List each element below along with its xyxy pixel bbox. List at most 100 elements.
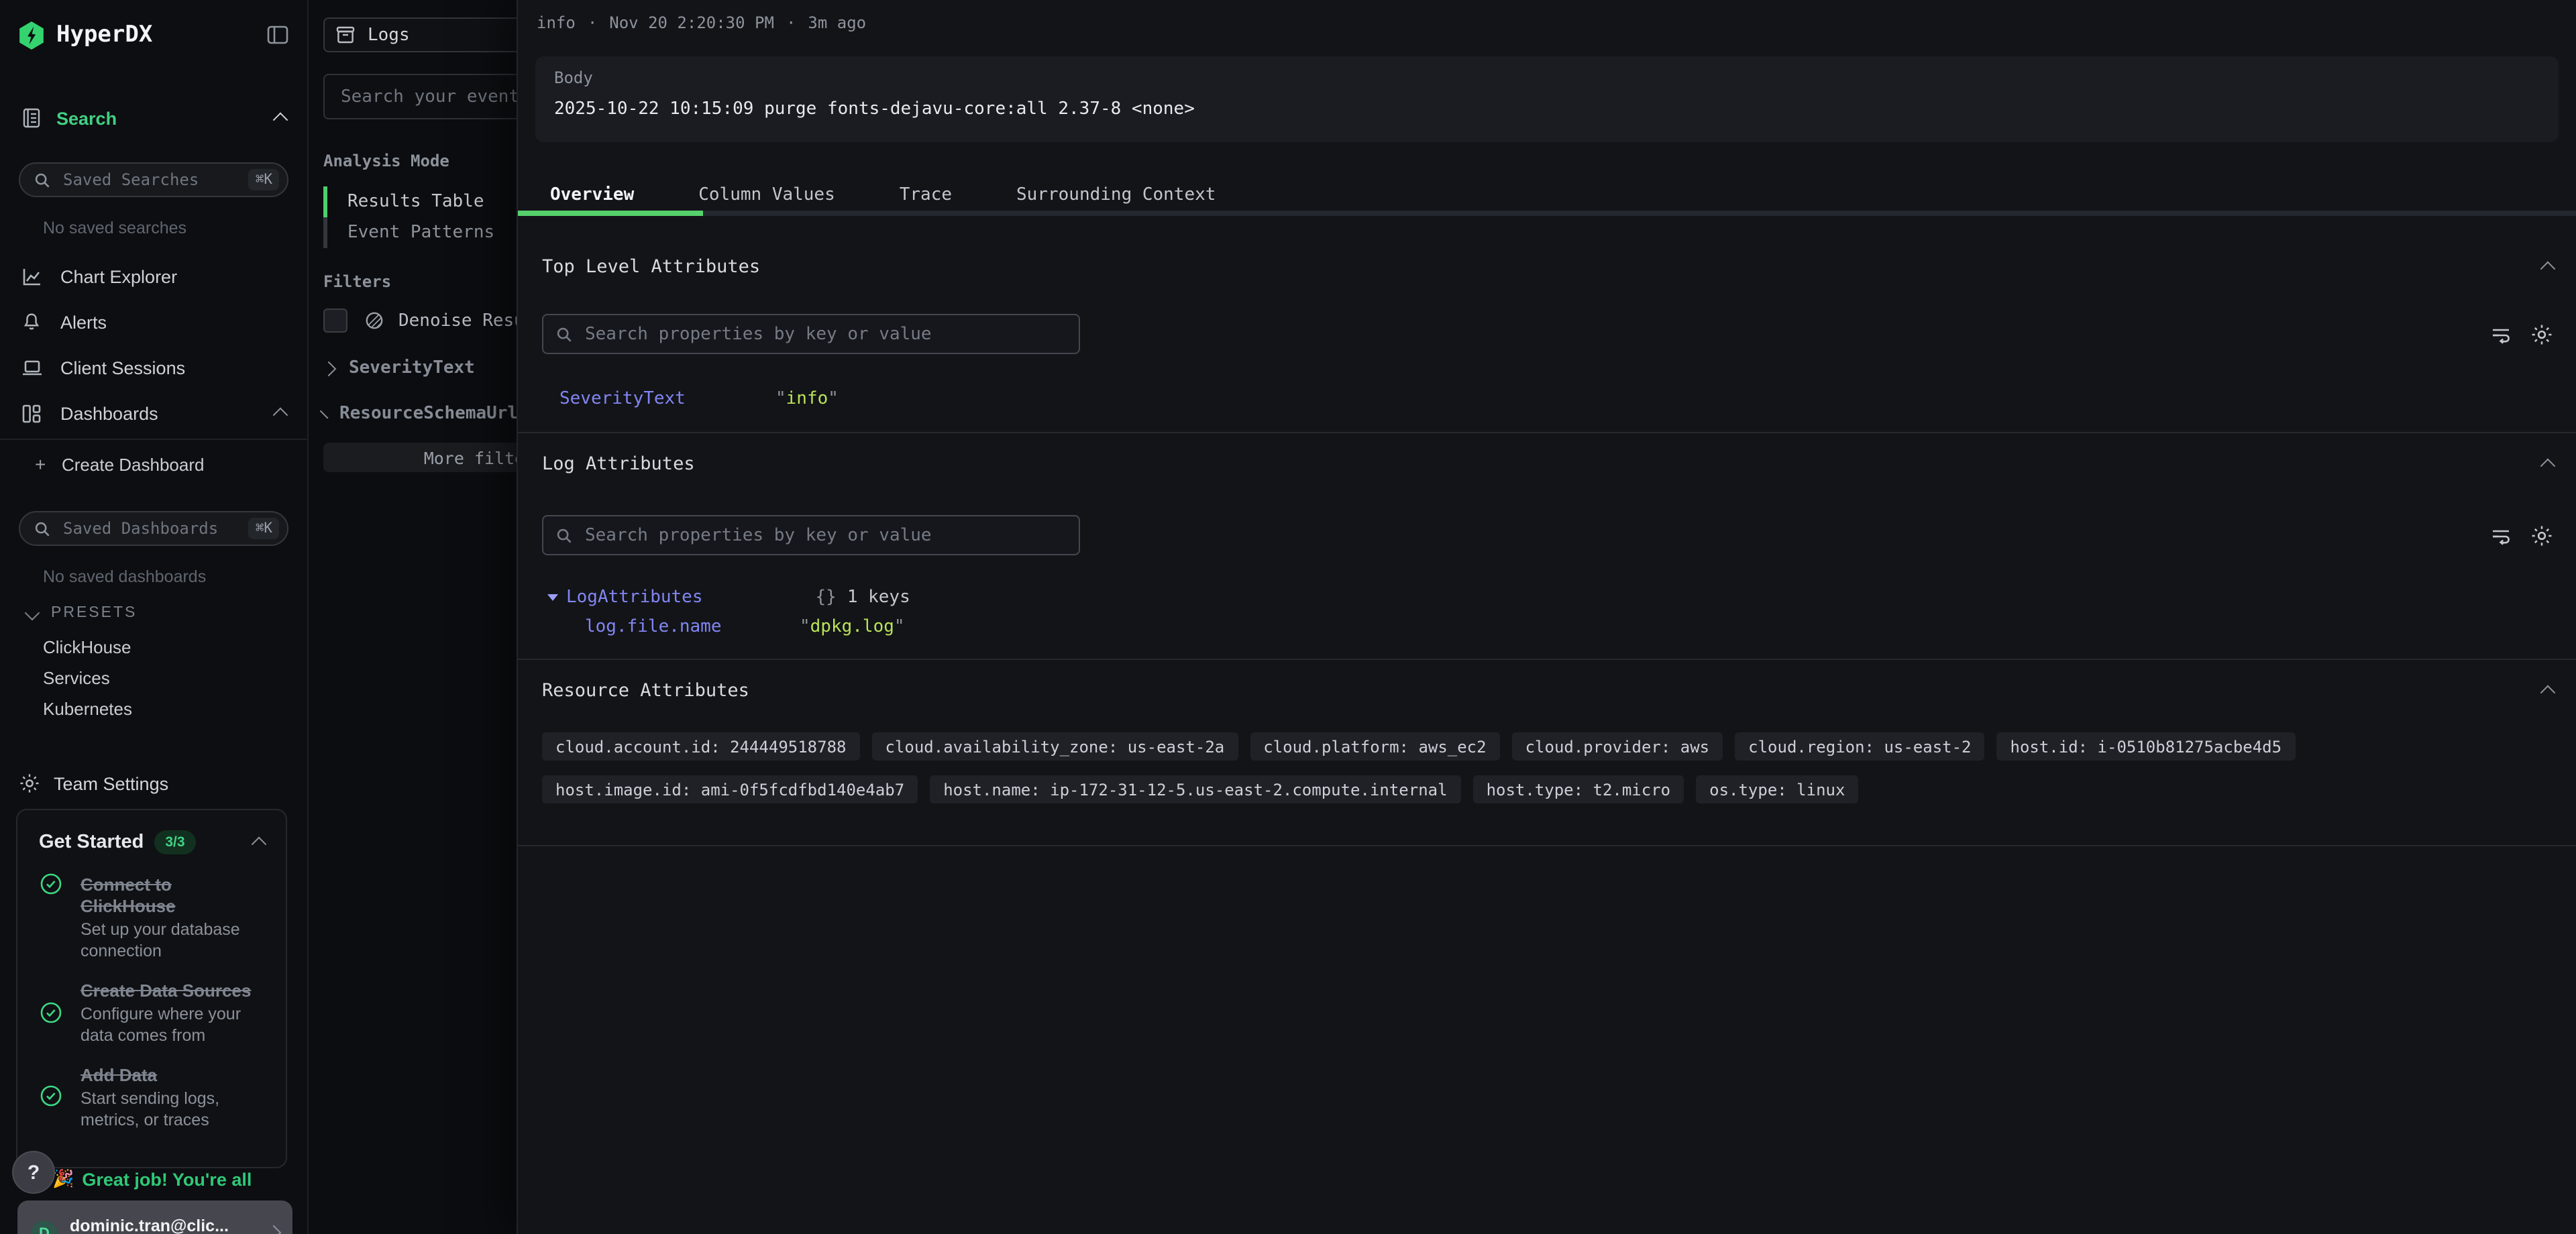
party-popper-icon: 🎉 [52, 1168, 74, 1190]
logo-row: HyperDX [0, 19, 307, 51]
sidebar-item-alerts[interactable]: Alerts [0, 299, 307, 345]
saved-searches-field[interactable] [60, 169, 249, 190]
tab-overview[interactable]: Overview [518, 185, 666, 205]
denoise-results-toggle[interactable]: Denoise Results [323, 308, 517, 333]
sidebar-collapse-icon[interactable] [267, 25, 288, 44]
body-content: 2025-10-22 10:15:09 purge fonts-dejavu-c… [554, 99, 2540, 119]
journal-icon [21, 107, 42, 129]
quote: " [894, 617, 905, 637]
preset-services[interactable]: Services [0, 663, 307, 693]
get-started-item-add-data[interactable]: Add Data Start sending logs, metrics, or… [39, 1065, 264, 1131]
resource-chip: cloud.account.id: 244449518788 [542, 732, 860, 761]
sidebar-item-label: Client Sessions [60, 357, 286, 378]
cmdk-shortcut: ⌘K [249, 518, 279, 539]
get-started-item-sources[interactable]: Create Data Sources Configure where your… [39, 980, 264, 1046]
get-started-item-connect[interactable]: Connect to ClickHouse Set up your databa… [39, 875, 264, 962]
denoise-icon [364, 310, 385, 331]
wrap-lines-icon[interactable] [2490, 324, 2512, 344]
denoise-checkbox[interactable] [323, 308, 347, 333]
sidebar-item-dashboards[interactable]: Dashboards [0, 390, 307, 436]
wrap-lines-icon[interactable] [2490, 525, 2512, 545]
divider [518, 845, 2576, 846]
laptop-icon [21, 358, 44, 377]
resource-chip: os.type: linux [1696, 775, 1858, 803]
chevron-up-icon[interactable] [273, 113, 288, 128]
tab-trace[interactable]: Trace [867, 185, 984, 205]
search-icon [555, 526, 573, 544]
gear-icon [19, 773, 40, 794]
preset-clickhouse[interactable]: ClickHouse [0, 632, 307, 663]
tree-root-row[interactable]: LogAttributes {}1 keys [542, 587, 2553, 608]
chevron-up-icon[interactable] [273, 408, 288, 423]
divider [0, 439, 307, 440]
attribute-key[interactable]: SeverityText [559, 389, 775, 409]
saved-searches-input[interactable]: ⌘K [19, 162, 288, 197]
detail-tabs: Overview Column Values Trace Surrounding… [518, 180, 2576, 216]
mode-event-patterns[interactable]: Event Patterns [323, 217, 517, 248]
saved-dashboards-field[interactable] [60, 518, 249, 539]
property-search-field[interactable] [582, 524, 1067, 547]
attribute-row: SeverityText "info" [542, 389, 2553, 409]
preset-kubernetes[interactable]: Kubernetes [0, 693, 307, 724]
resource-chip-row: host.image.id: ami-0f5fcdfbd140e4ab7 hos… [542, 775, 2553, 803]
database-icon [335, 25, 356, 44]
saved-dashboards-input[interactable]: ⌘K [19, 511, 288, 546]
facet-resourceschemaurl[interactable]: ResourceSchemaUrl [323, 404, 517, 424]
attribute-value[interactable]: info [786, 389, 828, 409]
dashboard-grid-icon [21, 403, 44, 423]
sidebar-item-client-sessions[interactable]: Client Sessions [0, 345, 307, 390]
resource-chip: cloud.availability_zone: us-east-2a [872, 732, 1238, 761]
separator: · [786, 13, 796, 32]
body-card: Body 2025-10-22 10:15:09 purge fonts-dej… [535, 56, 2559, 142]
presets-toggle[interactable]: PRESETS [27, 605, 286, 621]
collapse-section-icon[interactable] [2540, 262, 2556, 277]
analysis-mode-list: Results Table Event Patterns [323, 186, 517, 248]
active-tab-indicator [518, 211, 703, 216]
team-settings-label: Team Settings [54, 773, 168, 793]
tab-column-values[interactable]: Column Values [666, 185, 867, 205]
celebration-message: 🎉 Great job! You're all [52, 1168, 252, 1190]
create-dashboard-button[interactable]: + Create Dashboard [0, 444, 307, 484]
attribute-key[interactable]: log.file.name [585, 617, 800, 637]
gear-icon[interactable] [2530, 524, 2553, 547]
caret-down-icon [547, 594, 558, 601]
gear-icon[interactable] [2530, 323, 2553, 345]
sidebar: HyperDX Search [0, 0, 309, 1234]
team-settings-button[interactable]: Team Settings [0, 769, 307, 798]
relative-time: 3m ago [808, 13, 866, 32]
source-select-value: Logs [368, 25, 410, 45]
property-search-input[interactable] [542, 314, 1080, 354]
analysis-mode-label: Analysis Mode [323, 152, 517, 170]
tab-surrounding-context[interactable]: Surrounding Context [984, 185, 1248, 205]
log-detail-panel: info · Nov 20 2:20:30 PM · 3m ago Body 2… [517, 0, 2576, 1234]
property-search-field[interactable] [582, 323, 1067, 345]
get-started-card: Get Started 3/3 Connect to ClickHouse Se… [16, 809, 287, 1168]
logs-filter-panel: Logs Analysis Mode Results Table Event P… [309, 0, 517, 1234]
app-title: HyperDX [56, 21, 267, 48]
sidebar-item-label: Chart Explorer [60, 266, 286, 286]
chevron-right-icon [320, 410, 329, 418]
attribute-value[interactable]: dpkg.log [810, 617, 894, 637]
sidebar-item-chart-explorer[interactable]: Chart Explorer [0, 254, 307, 299]
chevron-up-icon[interactable] [252, 837, 267, 852]
quote: " [828, 389, 839, 409]
tree-root-key[interactable]: LogAttributes [566, 587, 703, 608]
top-level-attributes-section: Top Level Attributes [518, 216, 2576, 432]
user-menu[interactable]: D dominic.tran@clic... dominic.tran@clic… [17, 1200, 292, 1234]
mode-label: Results Table [347, 192, 484, 212]
log-meta-line: info · Nov 20 2:20:30 PM · 3m ago [518, 0, 2576, 32]
task-desc: Start sending logs, metrics, or traces [80, 1089, 264, 1131]
search-section-header[interactable]: Search [0, 106, 307, 130]
facet-severitytext[interactable]: SeverityText [323, 358, 517, 378]
collapse-section-icon[interactable] [2540, 459, 2556, 474]
quote: " [775, 389, 786, 409]
resource-chip-row: cloud.account.id: 244449518788 cloud.ava… [542, 732, 2553, 761]
severity-level: info [537, 13, 576, 32]
help-button[interactable]: ? [12, 1151, 55, 1194]
key-count: 1 keys [847, 587, 910, 608]
mode-results-table[interactable]: Results Table [323, 186, 517, 217]
property-search-input[interactable] [542, 515, 1080, 555]
resource-chip: cloud.provider: aws [1512, 732, 1723, 761]
collapse-section-icon[interactable] [2540, 685, 2556, 701]
section-title: Top Level Attributes [542, 256, 2542, 278]
